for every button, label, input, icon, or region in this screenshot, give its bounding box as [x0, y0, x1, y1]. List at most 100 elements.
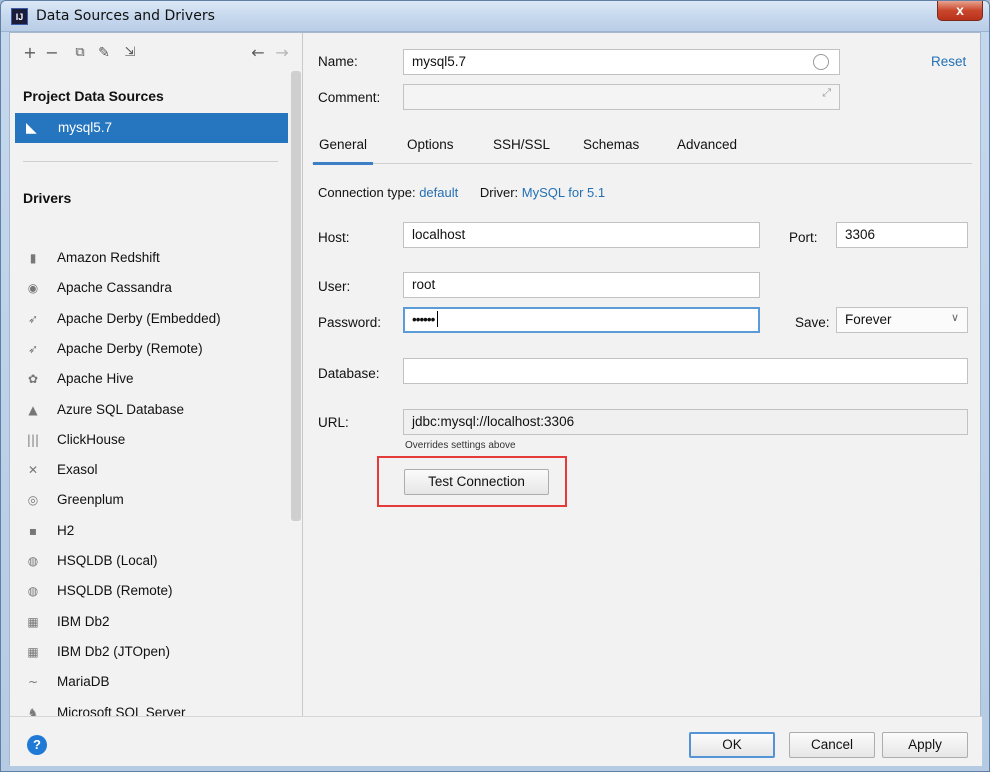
password-input[interactable]: •••••• [403, 307, 760, 333]
reset-link[interactable]: Reset [931, 54, 966, 69]
expand-icon[interactable]: ⤢ [822, 87, 831, 100]
ok-button[interactable]: OK [689, 732, 775, 758]
comment-input[interactable]: ⤢ [403, 84, 840, 110]
tab-advanced[interactable]: Advanced [677, 137, 737, 152]
help-icon[interactable]: ? [27, 735, 47, 755]
settings-panel: Name: mysql5.7 Reset Comment: ⤢ General … [304, 33, 980, 716]
user-input[interactable]: root [403, 272, 760, 298]
tab-ssh-ssl[interactable]: SSH/SSL [493, 137, 550, 152]
driver-label: HSQLDB (Remote) [57, 583, 173, 599]
driver-item[interactable]: ◎ Greenplum [10, 487, 288, 515]
title-bar: IJ Data Sources and Drivers x [1, 1, 989, 32]
driver-label: Apache Derby (Remote) [57, 340, 203, 356]
tab-general[interactable]: General [312, 137, 374, 165]
hsqldb-icon: ◍ [27, 584, 39, 599]
driver-item[interactable]: ➶ Apache Derby (Remote) [10, 336, 288, 364]
forward-arrow-icon[interactable]: → [272, 43, 292, 63]
mssql-icon: ♞ [27, 705, 39, 717]
driver-label: Microsoft SQL Server [57, 704, 186, 717]
cancel-button[interactable]: Cancel [789, 732, 875, 758]
hive-icon: ✿ [27, 372, 39, 387]
chevron-down-icon: ∨ [950, 312, 959, 324]
exasol-icon: ✕ [27, 463, 39, 478]
driver-label: Exasol [57, 462, 98, 478]
azure-icon: ▲ [28, 402, 38, 417]
remove-icon[interactable]: − [42, 43, 62, 63]
duplicate-icon[interactable]: ⧉ [70, 43, 90, 63]
driver-item[interactable]: ◍ HSQLDB (Local) [10, 548, 288, 576]
port-label: Port: [789, 230, 818, 245]
back-arrow-icon[interactable]: ← [248, 43, 268, 63]
driver-link[interactable]: MySQL for 5.1 [522, 185, 605, 200]
data-source-mysql[interactable]: ◣ mysql5.7 [15, 113, 288, 143]
driver-item[interactable]: ♞ Microsoft SQL Server [10, 700, 288, 717]
cassandra-icon: ◉ [27, 281, 39, 296]
driver-item[interactable]: ✿ Apache Hive [10, 366, 288, 394]
url-hint: Overrides settings above [405, 440, 516, 451]
driver-item[interactable]: ✕ Exasol [10, 457, 288, 485]
data-source-label: mysql5.7 [58, 120, 113, 135]
connection-type-row: Connection type: default Driver: MySQL f… [318, 185, 605, 200]
derby-icon: ➶ [27, 341, 39, 356]
name-input[interactable]: mysql5.7 [403, 49, 840, 75]
project-data-sources-header: Project Data Sources [23, 88, 164, 104]
driver-item[interactable]: ◉ Apache Cassandra [10, 275, 288, 303]
greenplum-icon: ◎ [27, 493, 39, 508]
clickhouse-icon: ||| [26, 432, 40, 447]
driver-item[interactable]: ▦ IBM Db2 [10, 609, 288, 637]
derby-icon: ➶ [27, 311, 39, 326]
connection-type-link[interactable]: default [419, 185, 458, 200]
driver-item[interactable]: ▲ Azure SQL Database [10, 397, 288, 425]
driver-label: Apache Cassandra [57, 280, 172, 296]
close-button[interactable]: x [937, 1, 983, 21]
intellij-app-icon: IJ [11, 8, 28, 25]
window-title: Data Sources and Drivers [36, 8, 215, 24]
password-label: Password: [318, 315, 382, 330]
save-dropdown[interactable]: Forever ∨ [836, 307, 968, 333]
sidebar-scrollbar[interactable] [291, 71, 301, 521]
url-label: URL: [318, 415, 349, 430]
driver-item[interactable]: ||| ClickHouse [10, 427, 288, 455]
add-icon[interactable]: + [20, 43, 40, 63]
tab-options[interactable]: Options [407, 137, 454, 152]
comment-label: Comment: [318, 90, 381, 105]
driver-item[interactable]: ▦ IBM Db2 (JTOpen) [10, 639, 288, 667]
mariadb-icon: ~ [27, 675, 39, 690]
text-caret [437, 311, 439, 328]
driver-label: ClickHouse [57, 431, 126, 447]
driver-label: HSQLDB (Local) [57, 553, 158, 568]
driver-item[interactable]: ◍ HSQLDB (Remote) [10, 578, 288, 606]
sidebar-toolbar: + − ⧉ ✎ ⇲ ← → [20, 43, 300, 65]
database-label: Database: [318, 366, 380, 381]
mysql-dolphin-icon: ◣ [26, 119, 37, 135]
driver-item[interactable]: ~ MariaDB [10, 669, 288, 697]
import-icon[interactable]: ⇲ [120, 43, 140, 63]
driver-label: Apache Derby (Embedded) [57, 310, 221, 326]
driver-label: IBM Db2 (JTOpen) [57, 643, 171, 659]
driver-label: Driver: [479, 185, 519, 200]
h2-icon: ▪ [28, 523, 38, 538]
driver-label: MariaDB [57, 674, 110, 690]
driver-label: Greenplum [57, 492, 124, 508]
database-input[interactable] [403, 358, 968, 384]
name-value: mysql5.7 [412, 54, 467, 69]
divider [23, 161, 278, 162]
hsqldb-icon: ◍ [27, 554, 39, 568]
wrench-icon[interactable]: ✎ [94, 43, 114, 63]
url-input[interactable]: jdbc:mysql://localhost:3306 [403, 409, 968, 435]
driver-item[interactable]: ➶ Apache Derby (Embedded) [10, 306, 288, 334]
tab-schemas[interactable]: Schemas [583, 137, 639, 152]
port-input[interactable]: 3306 [836, 222, 968, 248]
db2-icon: ▦ [27, 614, 39, 629]
save-label: Save: [795, 315, 830, 330]
driver-label: Azure SQL Database [57, 401, 185, 417]
sidebar: + − ⧉ ✎ ⇲ ← → Project Data Sources ◣ mys… [10, 33, 303, 716]
redshift-icon: ▮ [29, 251, 37, 265]
test-connection-button[interactable]: Test Connection [404, 469, 549, 495]
driver-item[interactable]: ▪ H2 [10, 518, 288, 546]
host-input[interactable]: localhost [403, 222, 760, 248]
color-indicator-icon[interactable] [813, 54, 829, 70]
dialog-content: + − ⧉ ✎ ⇲ ← → Project Data Sources ◣ mys… [9, 32, 982, 766]
driver-item[interactable]: ▮ Amazon Redshift [10, 245, 288, 273]
apply-button[interactable]: Apply [882, 732, 968, 758]
